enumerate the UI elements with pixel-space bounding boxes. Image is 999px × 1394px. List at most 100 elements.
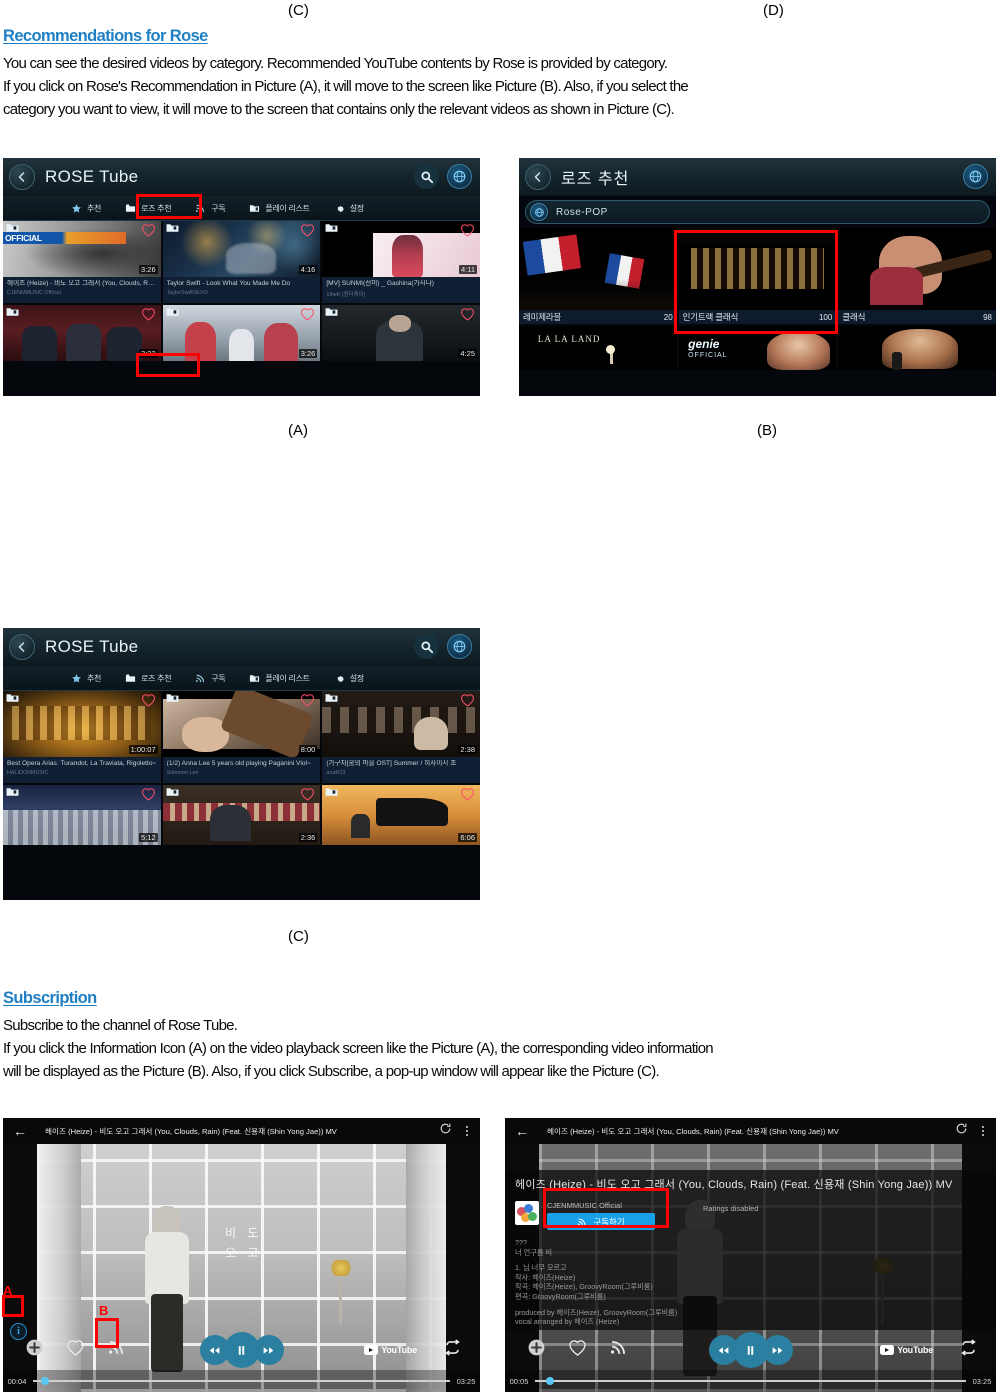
back-button[interactable] (9, 633, 35, 660)
category-thumbnail[interactable] (678, 228, 837, 310)
video-thumbnail[interactable]: 1:00:07 (3, 691, 161, 757)
repeat-icon[interactable] (443, 1338, 462, 1362)
favorite-heart-icon[interactable] (300, 693, 315, 712)
favorite-heart-icon[interactable] (460, 787, 475, 806)
favorite-heart-icon[interactable] (66, 1338, 85, 1362)
tab-bar[interactable]: 추천 로즈 추천 구독 플레이 리스트 설정 (3, 196, 480, 221)
video-grid[interactable]: OFFICIAL 3:26 헤이즈 (Heize) - 비도 오고 그래서 (Y… (3, 221, 480, 361)
screenshot-b-rose-categories[interactable]: 로즈 추천 Rose-POP 레미제라블 20 인기트랙 클래식 100 클래식… (519, 158, 996, 396)
cast-icon[interactable] (439, 1122, 452, 1140)
video-stage[interactable]: 헤이즈 (Heize) - 비도 오고 그래서 (You, Clouds, Ra… (505, 1144, 996, 1392)
pause-button[interactable] (223, 1332, 260, 1368)
video-thumbnail[interactable]: 8:00 (162, 691, 321, 757)
back-button[interactable] (525, 163, 551, 190)
category-card[interactable]: 인기트랙 클래식 100 (678, 228, 837, 324)
screenshot-player-b[interactable]: ← 헤이즈 (Heize) - 비도 오고 그래서 (You, Clouds, … (505, 1118, 996, 1392)
favorite-heart-icon[interactable] (460, 223, 475, 242)
video-thumbnail[interactable]: 4:25 (322, 305, 480, 361)
tab-recommended[interactable]: 추천 (59, 196, 113, 220)
video-card[interactable]: 3:22 (3, 305, 161, 361)
seek-track[interactable] (33, 1377, 450, 1385)
tab-recommended[interactable]: 추천 (59, 666, 113, 690)
category-card[interactable]: 레미제라블 20 (519, 228, 677, 324)
add-to-playlist-icon[interactable] (527, 1338, 546, 1362)
category-card[interactable]: 클래식 98 (838, 228, 996, 324)
search-button[interactable] (414, 164, 439, 189)
category-thumbnail[interactable] (838, 228, 996, 310)
favorite-heart-icon[interactable] (568, 1338, 587, 1362)
video-card[interactable]: 6:06 (322, 785, 480, 845)
video-card[interactable]: 4:11 [MV] SUNMI(선미) _ Gashina(가시나) 1theK… (322, 221, 480, 303)
video-thumbnail[interactable]: OFFICIAL 3:26 (3, 221, 161, 277)
favorite-heart-icon[interactable] (141, 223, 156, 242)
video-card[interactable]: OFFICIAL 3:26 헤이즈 (Heize) - 비도 오고 그래서 (Y… (3, 221, 161, 303)
category-thumbnail[interactable]: LA LA LAND (519, 326, 677, 370)
seek-bar[interactable]: 00:05 03:25 (505, 1370, 996, 1392)
tab-subscription[interactable]: 구독 (183, 196, 237, 220)
favorite-heart-icon[interactable] (300, 787, 315, 806)
cast-icon[interactable] (955, 1122, 968, 1140)
video-grid[interactable]: 1:00:07 Best Opera Arias: Turandot, La T… (3, 691, 480, 845)
video-card[interactable]: 8:00 (1/2) Anna Lee 5 years old playing … (162, 691, 321, 783)
tab-settings[interactable]: 설정 (322, 666, 376, 690)
video-thumbnail[interactable]: 3:26 (162, 305, 321, 361)
video-thumbnail[interactable]: 5:12 (3, 785, 161, 845)
favorite-heart-icon[interactable] (460, 693, 475, 712)
tab-rose-recommendation[interactable]: 로즈 추천 (113, 196, 183, 220)
seek-track[interactable] (535, 1377, 966, 1385)
video-card[interactable]: 1:00:07 Best Opera Arias: Turandot, La T… (3, 691, 161, 783)
back-button[interactable] (9, 163, 35, 190)
back-arrow-icon[interactable]: ← (13, 1124, 27, 1138)
screenshot-player-a[interactable]: ← 헤이즈 (Heize) - 비도 오고 그래서 (You, Clouds, … (3, 1118, 480, 1392)
category-card[interactable]: LA LA LAND (519, 326, 677, 370)
video-thumbnail[interactable]: 4:16 (162, 221, 321, 277)
video-thumbnail[interactable]: 4:11 (322, 221, 480, 277)
category-thumbnail[interactable]: genie OFFICIAL (678, 326, 837, 370)
search-button[interactable] (414, 634, 439, 659)
tab-settings[interactable]: 설정 (322, 196, 376, 220)
repeat-icon[interactable] (959, 1338, 978, 1362)
tab-playlist[interactable]: 플레이 리스트 (237, 666, 321, 690)
globe-button[interactable] (447, 634, 472, 659)
category-card[interactable]: genie OFFICIAL (678, 326, 837, 370)
pause-button[interactable] (732, 1332, 769, 1368)
tab-bar[interactable]: 추천 로즈 추천 구독 플레이 리스트 설정 (3, 666, 480, 691)
add-to-playlist-icon[interactable] (25, 1338, 44, 1362)
player-controls[interactable]: YouTube (3, 1330, 480, 1370)
category-thumbnail[interactable] (519, 228, 677, 310)
category-dropdown[interactable]: Rose-POP (525, 200, 990, 224)
video-stage[interactable]: 비 도 오 고 i YouTube 00:04 03:25 (3, 1144, 480, 1392)
seek-knob[interactable] (41, 1377, 50, 1385)
video-card[interactable]: 4:16 Taylor Swift - Look What You Made M… (162, 221, 321, 303)
seek-bar[interactable]: 00:04 03:25 (3, 1370, 480, 1392)
tab-rose-recommendation[interactable]: 로즈 추천 (113, 666, 183, 690)
tab-subscription[interactable]: 구독 (183, 666, 237, 690)
favorite-heart-icon[interactable] (460, 307, 475, 326)
favorite-heart-icon[interactable] (300, 307, 315, 326)
video-thumbnail[interactable]: 6:06 (322, 785, 480, 845)
video-card[interactable]: 2:36 (162, 785, 321, 845)
favorite-heart-icon[interactable] (141, 693, 156, 712)
seek-knob[interactable] (545, 1377, 554, 1385)
category-card[interactable] (838, 326, 996, 370)
video-thumbnail[interactable]: 2:38 (322, 691, 480, 757)
subscribe-rss-icon[interactable] (609, 1338, 628, 1362)
more-options-icon[interactable] (466, 1126, 468, 1136)
video-card[interactable]: 4:25 (322, 305, 480, 361)
globe-button[interactable] (447, 164, 472, 189)
back-arrow-icon[interactable]: ← (515, 1124, 529, 1138)
video-thumbnail[interactable]: 3:22 (3, 305, 161, 361)
subscribe-rss-icon[interactable] (107, 1338, 126, 1362)
favorite-heart-icon[interactable] (141, 787, 156, 806)
video-card[interactable]: 5:12 (3, 785, 161, 845)
category-grid[interactable]: 레미제라블 20 인기트랙 클래식 100 클래식 98 LA LA LAND … (519, 228, 996, 370)
screenshot-a-rose-tube[interactable]: ROSE Tube 추천 로즈 추천 구독 플레이 리스트 설정 OFFICIA… (3, 158, 480, 396)
more-options-icon[interactable] (982, 1126, 984, 1136)
favorite-heart-icon[interactable] (141, 307, 156, 326)
player-controls[interactable]: YouTube (505, 1330, 996, 1370)
screenshot-c-classical-videos[interactable]: ROSE Tube 추천 로즈 추천 구독 플레이 리스트 설정 1:00:07… (3, 628, 480, 900)
video-thumbnail[interactable]: 2:36 (162, 785, 321, 845)
video-card[interactable]: 2:38 (가구자[쿵의 마을 OST] Summer / 히사이시 조 ana… (322, 691, 480, 783)
globe-button[interactable] (963, 164, 988, 189)
subscribe-button[interactable]: 구독하기 (547, 1213, 655, 1230)
